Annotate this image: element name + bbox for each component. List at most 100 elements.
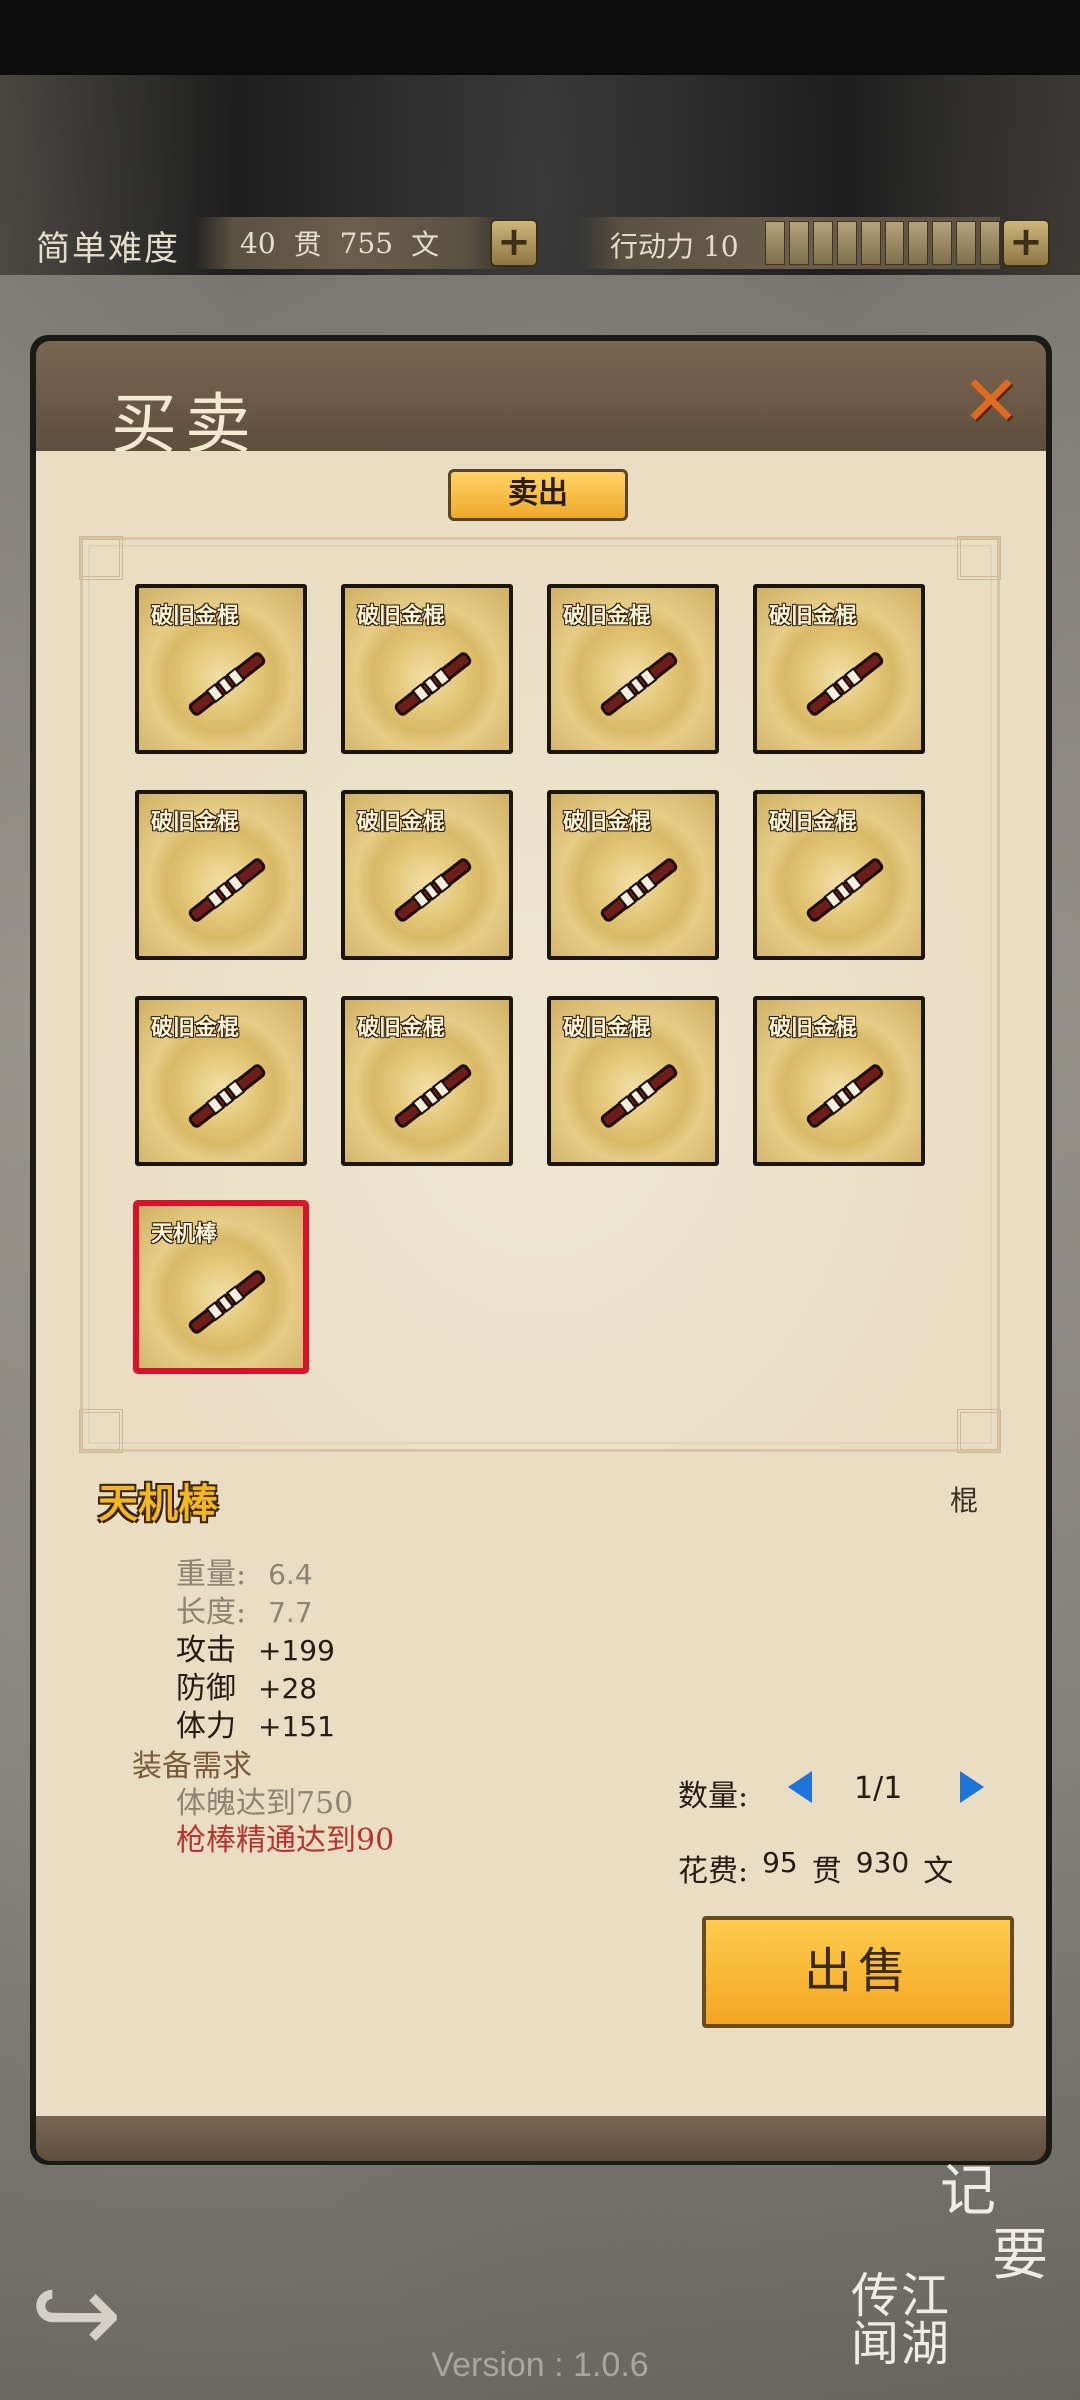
inventory-item[interactable]: 破旧金棍: [135, 790, 307, 960]
staff-icon: [177, 1262, 277, 1342]
inventory-item[interactable]: 破旧金棍: [341, 996, 513, 1166]
staff-icon: [383, 1056, 483, 1136]
money-guan-unit: 贯: [293, 228, 322, 261]
stat-label: 攻击: [176, 1633, 236, 1668]
sell-button[interactable]: 出售: [702, 1916, 1014, 2028]
stat-value: +28: [258, 1672, 318, 1705]
inventory-item-name: 破旧金棍: [151, 809, 240, 835]
inventory-item[interactable]: 破旧金棍: [753, 996, 925, 1166]
inventory-item-name: 破旧金棍: [151, 603, 240, 629]
inventory-item-name: 破旧金棍: [357, 1015, 446, 1041]
inventory-item-name: 天机棒: [151, 1221, 218, 1247]
staff-icon: [795, 644, 895, 724]
inventory-item-name: 破旧金棍: [563, 809, 652, 835]
notes-label-1: 记: [940, 2159, 996, 2224]
tab-sell[interactable]: 卖出: [448, 469, 628, 521]
inventory-item[interactable]: 破旧金棍: [753, 790, 925, 960]
sell-price: 花费: 95 贯 930 文: [678, 1846, 953, 1890]
inventory-item[interactable]: 破旧金棍: [135, 584, 307, 754]
money-guan: 40: [240, 226, 276, 260]
action-points-display: 行动力 10: [580, 217, 1001, 269]
inventory-item[interactable]: 破旧金棍: [135, 996, 307, 1166]
action-point-segment: [812, 221, 833, 265]
inventory-item-name: 破旧金棍: [563, 1015, 652, 1041]
trade-panel: 买卖 ✕ 卖出 破旧金棍 破旧金棍 破旧金棍 破旧金棍 破旧金棍 破旧金棍 破旧金棍 破旧金棍…: [30, 335, 1052, 2165]
stat-label: 长度:: [176, 1595, 247, 1630]
stat-value: +199: [258, 1634, 335, 1667]
item-detail-name: 天机棒: [98, 1480, 218, 1527]
staff-icon: [589, 1056, 689, 1136]
staff-icon: [383, 644, 483, 724]
inventory-item-name: 破旧金棍: [769, 603, 858, 629]
staff-icon: [589, 644, 689, 724]
notes-button[interactable]: 记 要: [940, 2160, 1060, 2288]
close-icon[interactable]: ✕: [958, 366, 1024, 437]
staff-icon: [589, 850, 689, 930]
staff-icon: [177, 850, 277, 930]
cost-wen: 930: [855, 1846, 910, 1879]
staff-icon: [177, 1056, 277, 1136]
add-action-points-button[interactable]: +: [1002, 219, 1050, 267]
staff-icon: [383, 850, 483, 930]
top-status-bar: 简单难度 40 贯 755 文 + 行动力 10 +: [0, 215, 1080, 275]
frame-corner: [79, 536, 123, 580]
stat-label: 防御: [176, 1671, 236, 1706]
money-wen-unit: 文: [411, 228, 440, 261]
action-point-segment: [836, 221, 857, 265]
quantity-decrease-icon[interactable]: [788, 1771, 812, 1803]
stat-value: 6.4: [268, 1558, 313, 1591]
frame-corner: [79, 1409, 123, 1453]
difficulty-label: 简单难度: [36, 229, 180, 269]
inventory-item[interactable]: 破旧金棍: [547, 790, 719, 960]
stat-value: 7.7: [268, 1596, 313, 1629]
cost-label: 花费:: [678, 1854, 749, 1889]
inventory-grid: 破旧金棍 破旧金棍 破旧金棍 破旧金棍 破旧金棍 破旧金棍 破旧金棍 破旧金棍 破旧金棍 破旧金棍…: [79, 536, 1001, 1453]
item-stats: 重量: 6.4 长度: 7.7 攻击 +199 防御 +28 体力 +151: [176, 1556, 335, 1746]
inventory-item[interactable]: 破旧金棍: [547, 996, 719, 1166]
staff-icon: [177, 644, 277, 724]
action-points-bar: [765, 221, 1001, 265]
action-points-label: 行动力 10: [610, 230, 739, 263]
quantity-increase-icon[interactable]: [960, 1771, 984, 1803]
cost-guan: 95: [762, 1846, 798, 1879]
stat-row: 攻击 +199: [176, 1632, 335, 1670]
inventory-item-name: 破旧金棍: [151, 1015, 240, 1041]
requirement-staff-mastery: 枪棒精通达到90: [176, 1823, 395, 1858]
version-label: Version : 1.0.6: [431, 2346, 649, 2384]
quantity-label: 数量:: [678, 1779, 749, 1814]
inventory-item[interactable]: 破旧金棍: [753, 584, 925, 754]
add-money-button[interactable]: +: [490, 219, 538, 267]
stat-value: +151: [258, 1710, 335, 1743]
action-point-segment: [932, 221, 953, 265]
action-point-segment: [956, 221, 977, 265]
inventory-item[interactable]: 破旧金棍: [547, 584, 719, 754]
action-point-segment: [908, 221, 929, 265]
action-point-segment: [884, 221, 905, 265]
action-point-segment: [788, 221, 809, 265]
money-wen: 755: [339, 226, 394, 260]
action-point-segment: [860, 221, 881, 265]
inventory-item-name: 破旧金棍: [357, 603, 446, 629]
quantity-value: 1/1: [854, 1771, 903, 1806]
inventory-item[interactable]: 破旧金棍: [341, 790, 513, 960]
stat-row: 长度: 7.7: [176, 1594, 335, 1632]
action-point-segment: [980, 221, 1001, 265]
action-point-segment: [765, 221, 785, 265]
money-display: 40 贯 755 文: [195, 217, 505, 269]
item-detail-type: 棍: [950, 1484, 979, 1517]
inventory-item[interactable]: 破旧金棍: [341, 584, 513, 754]
panel-body: 卖出 破旧金棍 破旧金棍 破旧金棍 破旧金棍 破旧金棍 破旧金棍 破旧金棍 破旧金棍 破旧金棍破…: [36, 451, 1046, 2116]
panel-header: 买卖 ✕: [36, 341, 1046, 463]
cost-guan-unit: 贯: [811, 1854, 842, 1889]
frame-corner: [957, 536, 1001, 580]
stat-label: 重量:: [176, 1557, 247, 1592]
panel-footer: [36, 2116, 1046, 2161]
stat-row: 防御 +28: [176, 1670, 335, 1708]
staff-icon: [795, 1056, 895, 1136]
inventory-item-name: 破旧金棍: [769, 1015, 858, 1041]
inventory-item[interactable]: 天机棒: [135, 1202, 307, 1372]
stat-row: 重量: 6.4: [176, 1556, 335, 1594]
staff-icon: [795, 850, 895, 930]
inventory-item-name: 破旧金棍: [357, 809, 446, 835]
notes-label-2: 要: [992, 2223, 1048, 2288]
